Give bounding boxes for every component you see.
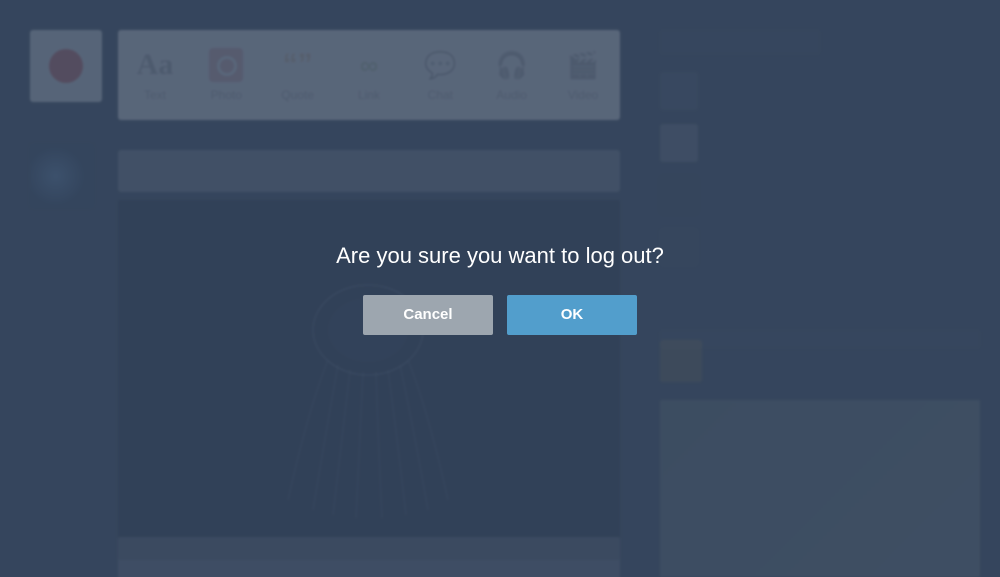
modal-title: Are you sure you want to log out? bbox=[336, 243, 664, 269]
ok-button[interactable]: OK bbox=[507, 295, 637, 335]
modal-button-row: Cancel OK bbox=[336, 295, 664, 335]
cancel-button[interactable]: Cancel bbox=[363, 295, 493, 335]
logout-modal: Are you sure you want to log out? Cancel… bbox=[0, 0, 1000, 577]
